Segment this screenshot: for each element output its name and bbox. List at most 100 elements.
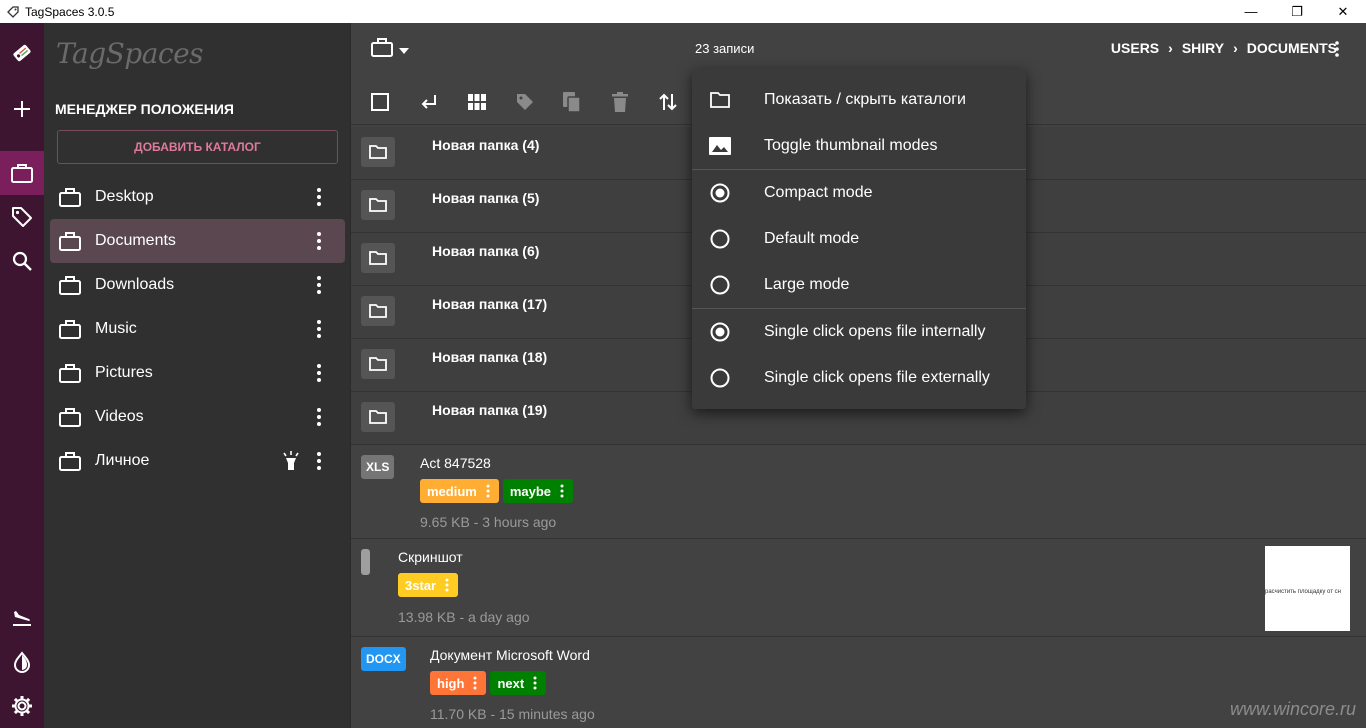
file-extension-badge: [361, 549, 370, 575]
file-extension-badge: XLS: [361, 455, 395, 479]
tag-group: medium maybe: [420, 479, 574, 503]
folder-name: Новая папка (5): [432, 190, 540, 206]
location-label: Личное: [95, 452, 150, 469]
file-name: Скриншот: [398, 549, 463, 565]
menu-item-thumbnail-modes[interactable]: Toggle thumbnail modes: [692, 123, 1026, 169]
tag-group: 3star: [398, 573, 459, 597]
menu-item-toggle-folders[interactable]: Показать / скрыть каталоги: [692, 77, 1026, 123]
radio-unchecked-icon: [708, 366, 732, 390]
menu-item-open-externally[interactable]: Single click opens file externally: [692, 355, 1026, 401]
more-vert-icon[interactable]: [307, 361, 331, 385]
file-meta: 11.70 KB - 15 minutes ago: [430, 706, 595, 722]
location-switch-button[interactable]: [371, 37, 409, 62]
menu-item-label: Показать / скрыть каталоги: [764, 91, 966, 108]
breadcrumb-shiry[interactable]: SHIRY: [1182, 40, 1224, 56]
more-vert-icon[interactable]: [307, 185, 331, 209]
location-item-videos[interactable]: Videos: [50, 395, 345, 439]
folder-name: Новая папка (18): [432, 349, 548, 365]
menu-item-large-mode[interactable]: Large mode: [692, 262, 1026, 308]
location-item-downloads[interactable]: Downloads: [50, 263, 345, 307]
more-vert-icon[interactable]: [307, 449, 331, 473]
tag-label: high: [437, 675, 465, 691]
parent-directory-icon[interactable]: [415, 88, 443, 116]
location-list: Desktop Documents Downloads Music Pictur…: [50, 175, 345, 483]
tag-label: maybe: [509, 483, 552, 499]
restore-button[interactable]: ❐: [1274, 0, 1320, 23]
menu-item-label: Single click opens file internally: [764, 323, 986, 340]
app-logo-tag-icon[interactable]: [0, 31, 44, 75]
file-row[interactable]: Скриншот 3star 13.98 KB - a day ago расч…: [351, 539, 1366, 637]
locations-briefcase-icon[interactable]: [0, 151, 44, 195]
add-icon[interactable]: [0, 87, 44, 131]
tag-chip[interactable]: maybe: [502, 479, 574, 503]
location-item-personal[interactable]: Личное: [50, 439, 345, 483]
tag-chip[interactable]: medium: [420, 479, 499, 503]
file-row[interactable]: XLS Act 847528 medium maybe 9.65 KB - 3 …: [351, 445, 1366, 539]
copy-icon[interactable]: [558, 88, 586, 116]
location-label: Documents: [95, 232, 176, 249]
location-item-pictures[interactable]: Pictures: [50, 351, 345, 395]
select-all-checkbox-icon[interactable]: [366, 88, 394, 116]
briefcase-icon: [58, 317, 82, 341]
tag-label: medium: [427, 483, 477, 499]
location-item-desktop[interactable]: Desktop: [50, 175, 345, 219]
tag-icon[interactable]: [511, 88, 539, 116]
tag-chip[interactable]: next: [490, 671, 547, 695]
grid-view-icon[interactable]: [463, 88, 491, 116]
tag-more-vert-icon[interactable]: [555, 481, 569, 501]
minimize-button[interactable]: —: [1228, 0, 1274, 23]
folder-icon: [361, 349, 395, 379]
menu-item-compact-mode[interactable]: Compact mode: [692, 170, 1026, 216]
file-name: Документ Microsoft Word: [430, 647, 590, 663]
location-label: Desktop: [95, 188, 154, 205]
menu-item-label: Single click opens file externally: [764, 369, 990, 386]
location-manager-heading: Менеджер положения: [55, 101, 234, 117]
settings-gear-icon[interactable]: [0, 684, 44, 728]
folder-name: Новая папка (6): [432, 243, 540, 259]
tag-more-vert-icon[interactable]: [481, 481, 495, 501]
flight-landing-icon[interactable]: [0, 595, 44, 639]
folder-icon: [361, 190, 395, 220]
more-vert-icon[interactable]: [307, 273, 331, 297]
file-name: Act 847528: [420, 455, 491, 471]
menu-item-label: Default mode: [764, 230, 860, 247]
location-item-documents[interactable]: Documents: [50, 219, 345, 263]
tag-more-vert-icon[interactable]: [528, 673, 542, 693]
close-button[interactable]: ✕: [1320, 0, 1366, 23]
entry-count: 23 записи: [695, 41, 755, 56]
more-vert-icon[interactable]: [307, 229, 331, 253]
tag-more-vert-icon[interactable]: [468, 673, 482, 693]
tags-icon[interactable]: [0, 195, 44, 239]
search-icon[interactable]: [0, 239, 44, 283]
radio-unchecked-icon: [708, 227, 732, 251]
menu-item-open-internally[interactable]: Single click opens file internally: [692, 309, 1026, 355]
theme-drop-icon[interactable]: [0, 640, 44, 684]
location-label: Videos: [95, 408, 144, 425]
delete-icon[interactable]: [606, 88, 634, 116]
image-icon: [708, 134, 732, 158]
menu-item-default-mode[interactable]: Default mode: [692, 216, 1026, 262]
briefcase-icon: [58, 185, 82, 209]
add-location-button[interactable]: ДОБАВИТЬ КАТАЛОГ: [57, 130, 338, 164]
tag-chip[interactable]: 3star: [398, 573, 459, 597]
arrow-drop-down-icon: [399, 41, 409, 59]
window-title: TagSpaces 3.0.5: [25, 4, 115, 19]
menu-item-label: Large mode: [764, 276, 850, 293]
radio-checked-icon: [708, 181, 732, 205]
file-row[interactable]: DOCX Документ Microsoft Word high next 1…: [351, 637, 1366, 728]
breadcrumb-documents[interactable]: DOCUMENTS: [1247, 40, 1337, 56]
location-item-music[interactable]: Music: [50, 307, 345, 351]
folder-name: Новая папка (17): [432, 296, 548, 312]
breadcrumb-users[interactable]: USERS: [1111, 40, 1159, 56]
sort-icon[interactable]: [654, 88, 682, 116]
watermark: www.wincore.ru: [1229, 699, 1356, 719]
briefcase-icon: [371, 37, 393, 62]
more-vert-icon[interactable]: [307, 317, 331, 341]
tag-more-vert-icon[interactable]: [440, 575, 454, 595]
tag-chip[interactable]: high: [430, 671, 487, 695]
file-thumbnail[interactable]: расчистить площадку от сн: [1265, 546, 1350, 631]
location-manager-panel: TagSpaces Менеджер положения ДОБАВИТЬ КА…: [44, 23, 350, 728]
folder-more-vert-icon[interactable]: [1325, 37, 1349, 61]
breadcrumb: USERS › SHIRY › DOCUMENTS: [1111, 40, 1337, 56]
more-vert-icon[interactable]: [307, 405, 331, 429]
